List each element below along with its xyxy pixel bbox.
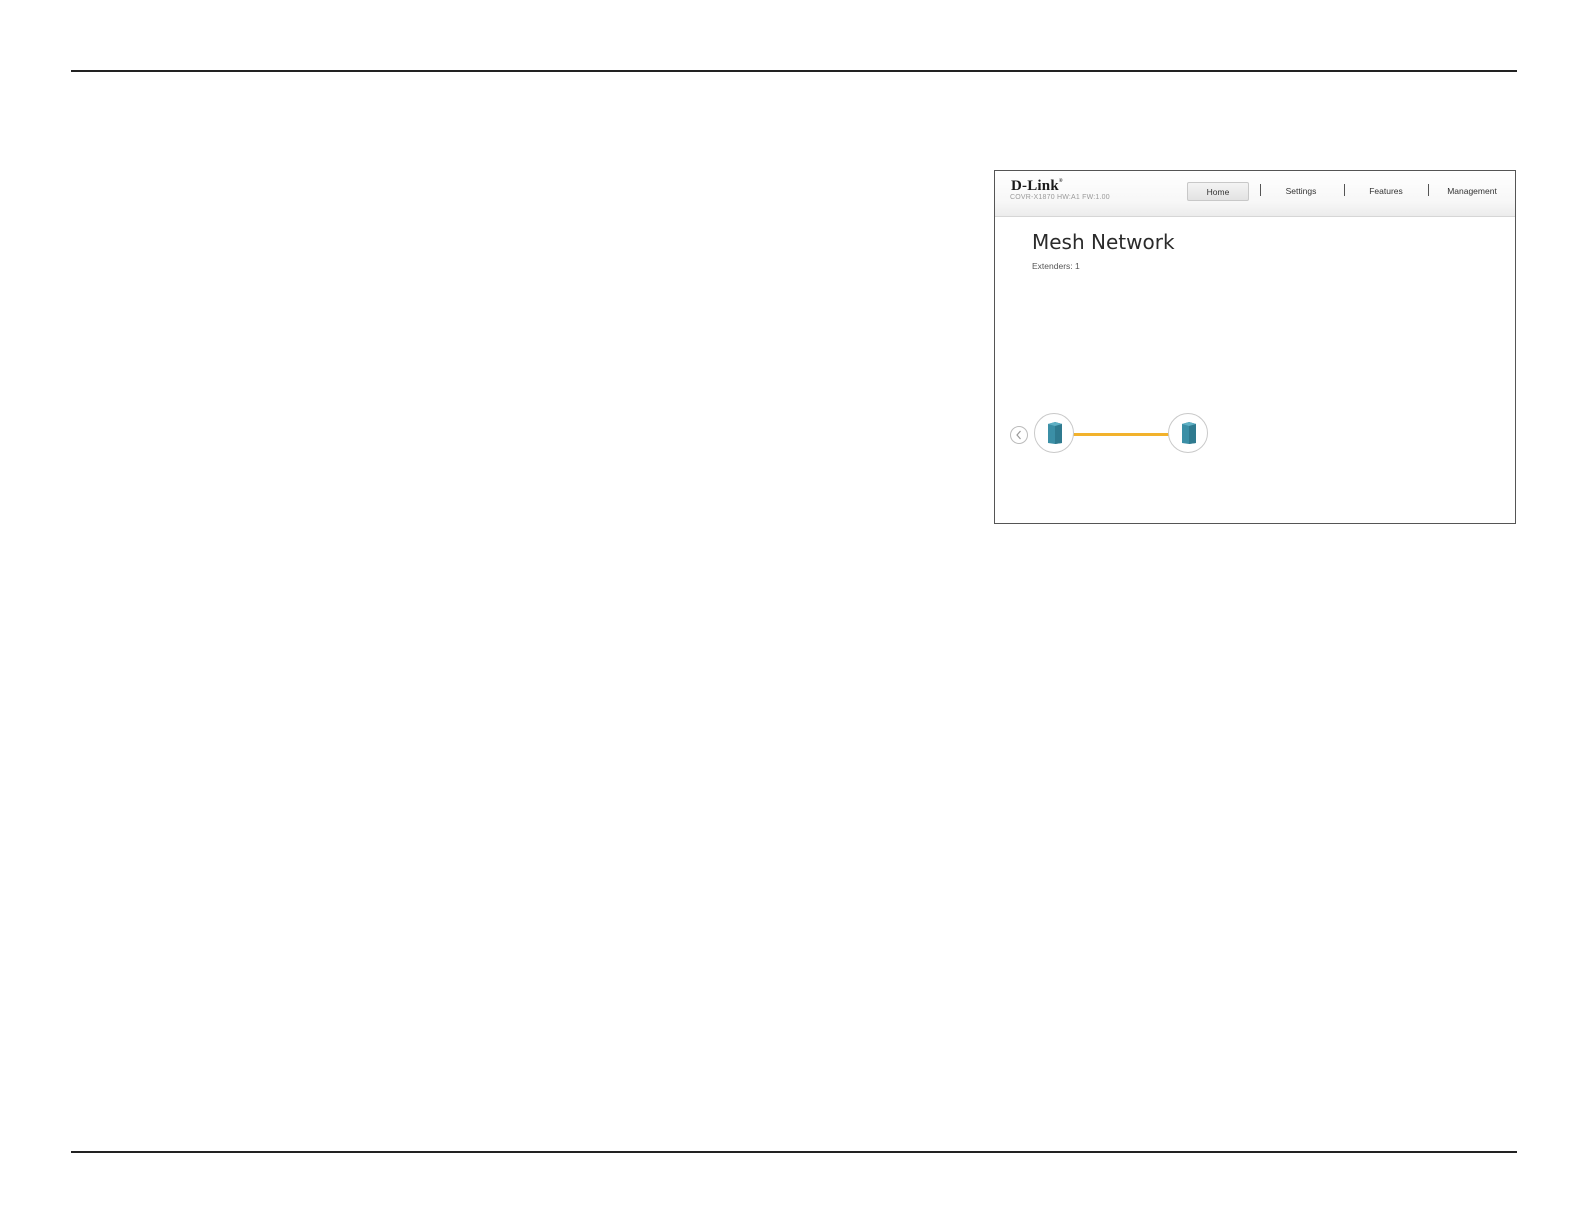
nav-separator (1428, 184, 1429, 196)
top-bar: D-Link® COVR-X1870 HW:A1 FW:1.00 Home Se… (995, 171, 1515, 217)
nav-separator (1344, 184, 1345, 196)
router-node[interactable] (1034, 413, 1074, 453)
nav-settings-tab[interactable]: Settings (1277, 182, 1325, 201)
nav-management-tab[interactable]: Management (1442, 182, 1502, 201)
nav-features-tab[interactable]: Features (1361, 182, 1411, 201)
prev-button[interactable] (1010, 426, 1028, 444)
nav-home-tab[interactable]: Home (1187, 182, 1249, 201)
nav-separator (1260, 184, 1261, 196)
extender-node[interactable] (1168, 413, 1208, 453)
extenders-count: Extenders: 1 (1032, 261, 1080, 271)
mesh-link-line (1073, 433, 1170, 436)
main-nav: Home Settings Features Management (995, 171, 1515, 216)
router-icon (1048, 422, 1062, 444)
extender-icon (1182, 422, 1196, 444)
page-title: Mesh Network (1032, 230, 1175, 254)
top-rule (71, 70, 1517, 72)
chevron-left-icon (1016, 430, 1021, 440)
router-ui-screenshot: D-Link® COVR-X1870 HW:A1 FW:1.00 Home Se… (994, 170, 1516, 524)
bottom-rule (71, 1151, 1517, 1153)
